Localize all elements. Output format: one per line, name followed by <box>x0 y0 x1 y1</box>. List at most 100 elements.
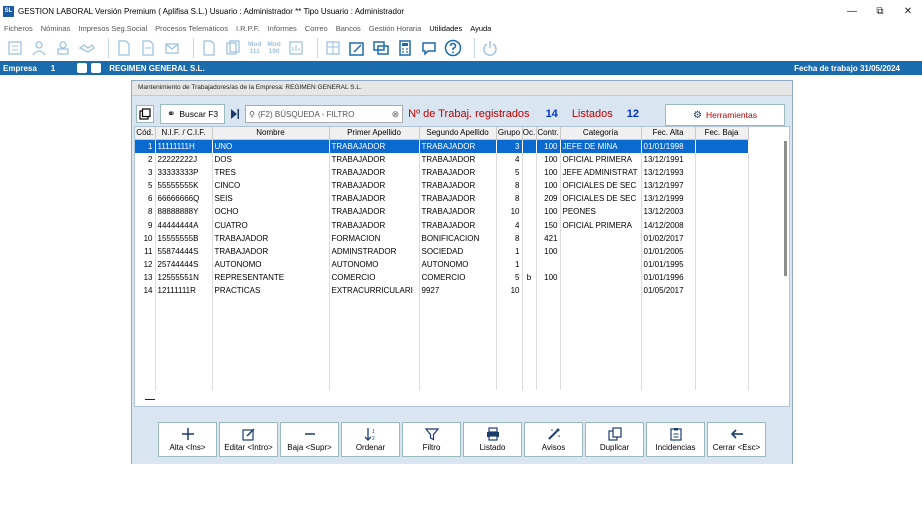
col-nif[interactable]: N.I.F. / C.I.F. <box>155 127 213 140</box>
alta-button[interactable]: Alta <Ins> <box>158 422 217 457</box>
empty-cell <box>641 297 696 311</box>
table-row[interactable]: 11 55874444S TRABAJADOR ADMINSTRADOR SOCIEDA… <box>135 244 749 258</box>
table-row[interactable]: 9 44444444A CUATRO TRABAJADOR TRABAJADOR 4 150… <box>135 218 749 232</box>
col-nombre[interactable]: Nombre <box>212 127 330 140</box>
cell-fec-baja <box>695 192 749 206</box>
col-cod[interactable]: Cód. <box>135 127 156 140</box>
table-scrollbar[interactable] <box>784 141 787 276</box>
empty-cell <box>536 337 561 351</box>
search-input[interactable]: ⚲ (F2) BÚSQUEDA - FILTRO ⊗ <box>245 105 404 123</box>
cell-cod: 5 <box>135 178 156 193</box>
ordenar-label: Ordenar <box>355 443 386 452</box>
baja-button[interactable]: Baja <Supr> <box>280 422 339 457</box>
col-segundo-apellido[interactable]: Segundo Apellido <box>419 127 497 140</box>
col-contr[interactable]: Contr. <box>536 127 561 140</box>
empty-cell <box>419 310 497 324</box>
calculator-icon[interactable] <box>396 39 414 57</box>
menu-nominas[interactable]: Nóminas <box>41 24 71 33</box>
table-row[interactable]: 6 66666666Q SEIS TRABAJADOR TRABAJADOR 8 209 OF… <box>135 192 749 206</box>
listado-button[interactable]: Listado <box>463 422 522 457</box>
editar-button[interactable]: Editar <Intro> <box>219 422 278 457</box>
empty-row <box>135 337 749 351</box>
cell-fec-baja <box>695 284 749 298</box>
cerrar-button[interactable]: Cerrar <Esc> <box>707 422 766 457</box>
title-bar: SL GESTION LABORAL Versión Premium ( Apl… <box>0 0 922 22</box>
table-row[interactable]: 10 15555555B TRABAJADOR FORMACION BONIFICACI… <box>135 231 749 245</box>
form-icon[interactable] <box>139 39 157 57</box>
filtro-button[interactable]: Filtro <box>402 422 461 457</box>
duplicar-button[interactable]: Duplicar <box>585 422 644 457</box>
cell-contr: 100 <box>536 165 561 179</box>
col-oc[interactable]: Oc. <box>522 127 537 140</box>
menu-procesos[interactable]: Procesos Telemáticos <box>155 24 228 33</box>
empty-cell <box>135 363 156 377</box>
people-icon[interactable] <box>30 39 48 57</box>
table-row[interactable]: 13 12555551N REPRESENTANTE COMERCIO COMERCIO… <box>135 271 749 285</box>
edit-icon <box>241 428 255 441</box>
calendar-edit-icon[interactable] <box>348 39 366 57</box>
col-categoria[interactable]: Categoría <box>560 127 642 140</box>
col-fec-baja[interactable]: Fec. Baja <box>695 127 749 140</box>
avisos-label: Avisos <box>541 443 566 452</box>
col-fec-alta[interactable]: Fec. Alta <box>641 127 696 140</box>
menu-informes[interactable]: Informes <box>268 24 297 33</box>
table-row[interactable]: 3 33333333P TRES TRABAJADOR TRABAJADOR 5 100 JE… <box>135 165 749 179</box>
chat-help-icon[interactable] <box>420 39 438 57</box>
close-button[interactable]: ✕ <box>894 0 922 22</box>
menu-irpf[interactable]: I.R.P.F. <box>236 24 260 33</box>
col-primer-apellido[interactable]: Primer Apellido <box>329 127 420 140</box>
cell-grupo: 8 <box>496 192 523 206</box>
cell-oc <box>522 152 537 166</box>
menu-utilidades[interactable]: Utilidades <box>429 24 462 33</box>
table-row[interactable]: 12 25744444S AUTONOMO AUTONOMO AUTONOMO 1 01/0… <box>135 258 749 272</box>
table-row[interactable]: 5 55555555K CINCO TRABAJADOR TRABAJADOR 8 100 O… <box>135 178 749 193</box>
mail-icon[interactable] <box>163 39 181 57</box>
cell-nombre: UNO <box>212 139 330 153</box>
restore-button[interactable]: ⧉ <box>866 0 894 22</box>
user-icon[interactable] <box>54 39 72 57</box>
cell-contr: 150 <box>536 218 561 232</box>
monitor-icon[interactable] <box>372 39 390 57</box>
pages-icon[interactable] <box>224 39 242 57</box>
empresa-folder-icon[interactable] <box>91 63 102 73</box>
avisos-button[interactable]: Avisos <box>524 422 583 457</box>
clear-icon[interactable]: ⊗ <box>392 109 400 120</box>
file-icon[interactable] <box>200 39 218 57</box>
worker-icon[interactable] <box>6 39 24 57</box>
handshake-icon[interactable] <box>78 39 96 57</box>
document-icon[interactable] <box>115 39 133 57</box>
cell-nif: 55874444S <box>155 244 213 258</box>
help-icon[interactable] <box>444 39 462 57</box>
mod-111-button[interactable]: Mod 111 <box>248 41 261 55</box>
cell-cod: 8 <box>135 205 156 219</box>
menu-correo[interactable]: Correo <box>305 24 328 33</box>
menu-ficheros[interactable]: Ficheros <box>4 24 33 33</box>
spreadsheet-icon[interactable] <box>324 39 342 57</box>
menu-bancos[interactable]: Bancos <box>336 24 361 33</box>
incidencias-button[interactable]: Incidencias <box>646 422 705 457</box>
table-row[interactable]: 14 12111111R PRACTICAS EXTRACURRICULARI 9927… <box>135 284 749 298</box>
menu-impresos[interactable]: Impresos Seg.Social <box>78 24 147 33</box>
minimize-button[interactable]: — <box>838 0 866 22</box>
empresa-refresh-icon[interactable] <box>77 63 88 73</box>
table-row[interactable]: 1 11111111H UNO TRABAJADOR TRABAJADOR 3 100 JEF… <box>135 139 749 153</box>
report-icon[interactable] <box>287 39 305 57</box>
next-button[interactable] <box>229 105 241 123</box>
cell-segundo-apellido: TRABAJADOR <box>419 165 497 179</box>
power-icon[interactable] <box>481 39 499 57</box>
mod-190-button[interactable]: Mod 190 <box>267 41 280 55</box>
menu-gestion-horaria[interactable]: Gestión Horaria <box>369 24 422 33</box>
col-grupo[interactable]: Grupo <box>496 127 523 140</box>
buscar-button[interactable]: ⚭ Buscar F3 <box>160 104 226 124</box>
ordenar-button[interactable]: 12 Ordenar <box>341 422 400 457</box>
table-row[interactable]: 8 88888888Y OCHO TRABAJADOR TRABAJADOR 10 100 P… <box>135 205 749 219</box>
menu-ayuda[interactable]: Ayuda <box>470 24 491 33</box>
cell-contr: 100 <box>536 178 561 193</box>
window-list-button[interactable] <box>136 105 154 123</box>
registrados-label: Nº de Trabaj. registrados <box>408 108 530 120</box>
empty-cell <box>496 337 523 351</box>
cell-oc <box>522 244 537 258</box>
table-row[interactable]: 2 22222222J DOS TRABAJADOR TRABAJADOR 4 100 OFI… <box>135 152 749 166</box>
herramientas-button[interactable]: ⚙ Herramientas <box>665 104 785 126</box>
empty-cell <box>329 337 420 351</box>
